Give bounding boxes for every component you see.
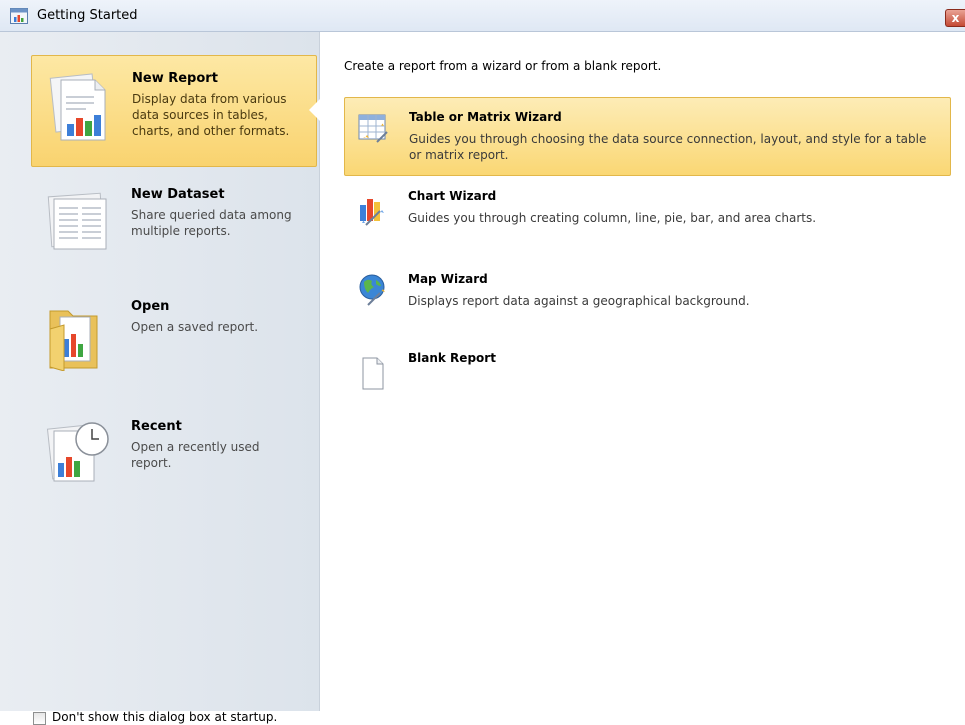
wizard-description: Guides you through creating column, line… [408, 211, 817, 225]
window-title: Getting Started [37, 8, 138, 23]
folder-icon [49, 310, 98, 371]
wizard-description: Displays report data against a geographi… [408, 294, 750, 308]
wizard-title: Blank Report [408, 351, 496, 365]
map-wizard-icon [359, 274, 385, 306]
sidebar-item-open[interactable]: Open Open a saved report. [31, 279, 317, 399]
wizard-map[interactable]: Map Wizard Displays report data against … [344, 260, 951, 338]
sidebar-item-new-report[interactable]: New Report Display data from various dat… [31, 55, 317, 167]
sidebar-item-recent[interactable]: Recent Open a recently used report. [31, 399, 317, 511]
sidebar-item-description: Open a recently used report. [131, 440, 260, 470]
sidebar: New Report Display data from various dat… [0, 32, 320, 725]
sidebar-item-description: Share queried data among multiple report… [131, 208, 292, 238]
sidebar-item-title: New Dataset [131, 187, 225, 202]
wizard-table-matrix[interactable]: Table or Matrix Wizard Guides you throug… [344, 97, 951, 176]
startup-checkbox[interactable] [33, 712, 46, 725]
wizard-blank-report[interactable]: Blank Report [344, 340, 951, 402]
startup-checkbox-label[interactable]: Don't show this dialog box at startup. [52, 710, 312, 724]
sidebar-item-description: Open a saved report. [131, 320, 259, 334]
intro-text: Create a report from a wizard or from a … [344, 59, 662, 73]
wizard-title: Chart Wizard [408, 189, 497, 203]
clock-report-icon [46, 422, 109, 482]
wizard-description: Guides you through choosing the data sou… [409, 132, 927, 162]
report-builder-app-icon [10, 8, 28, 24]
dataset-icon [47, 192, 107, 250]
wizard-title: Table or Matrix Wizard [409, 110, 562, 124]
title-bar: Getting Started x [0, 0, 965, 32]
chart-wizard-icon [360, 199, 384, 226]
sidebar-item-new-dataset[interactable]: New Dataset Share queried data among mul… [31, 167, 317, 279]
report-icon [49, 73, 106, 141]
blank-page-icon [362, 357, 384, 390]
wizard-title: Map Wizard [408, 272, 488, 286]
selection-pointer [309, 99, 320, 121]
sidebar-item-title: Recent [131, 419, 182, 434]
table-wizard-icon [358, 114, 388, 143]
wizard-chart[interactable]: Chart Wizard Guides you through creating… [344, 177, 951, 255]
sidebar-item-description: Display data from various data sources i… [132, 92, 290, 138]
close-button[interactable]: x [945, 9, 965, 27]
sidebar-item-title: New Report [132, 71, 218, 86]
sidebar-item-title: Open [131, 299, 170, 314]
